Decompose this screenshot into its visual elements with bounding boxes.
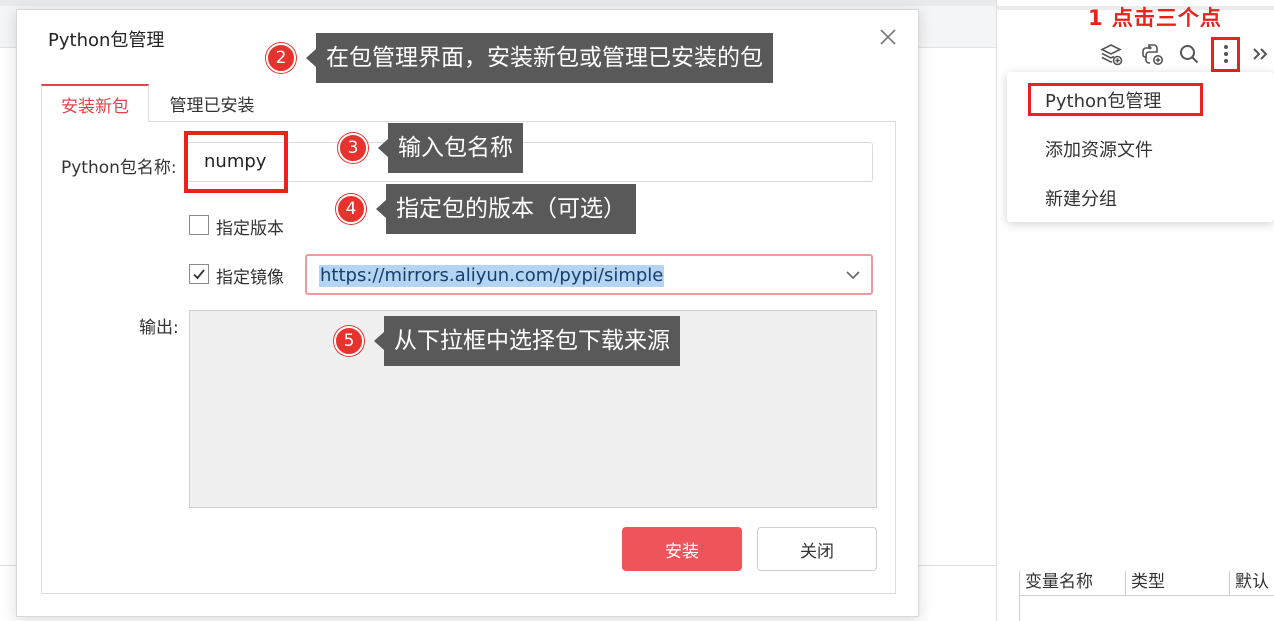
- callout-pointer: [378, 139, 388, 157]
- callout-text: 从下拉框中选择包下载来源: [384, 316, 680, 366]
- column-separator: [1229, 571, 1230, 596]
- step-number-badge: 3: [338, 133, 368, 163]
- close-icon[interactable]: [877, 26, 899, 48]
- tab-install-new[interactable]: 安装新包: [41, 84, 149, 122]
- check-icon: [193, 269, 205, 280]
- column-header-name[interactable]: 变量名称: [1025, 571, 1093, 596]
- column-separator: [1125, 571, 1126, 596]
- tab-manage-installed[interactable]: 管理已安装: [149, 84, 275, 122]
- specify-version-checkbox[interactable]: [189, 215, 209, 235]
- search-icon[interactable]: [1175, 40, 1203, 68]
- callout-pointer: [306, 49, 316, 67]
- panel-divider: [996, 0, 997, 621]
- specify-mirror-checkbox[interactable]: [189, 264, 209, 284]
- step-number-badge: 2: [266, 43, 296, 73]
- close-button[interactable]: 关闭: [757, 527, 877, 571]
- specify-version-label: 指定版本: [216, 219, 284, 239]
- callout-text: 输入包名称: [388, 123, 523, 173]
- variables-table-header: 变量名称 类型 默认: [1019, 571, 1274, 596]
- specify-mirror-label: 指定镜像: [216, 268, 284, 288]
- callout-pointer: [376, 200, 386, 218]
- annotation-highlight-more-button: [1211, 37, 1240, 72]
- annotation-highlight-package-input: [184, 131, 288, 193]
- annotation-step-1: 1 点击三个点: [1088, 6, 1222, 30]
- menu-item-add-resource[interactable]: 添加资源文件: [1045, 136, 1153, 162]
- output-label: 输出:: [139, 318, 179, 338]
- step-number-badge: 5: [334, 326, 364, 356]
- double-chevron-right-icon[interactable]: [1246, 40, 1274, 68]
- install-button[interactable]: 安装: [622, 527, 742, 571]
- annotation-highlight-menu-item: [1028, 83, 1203, 116]
- annotation-step-3: 3 输入包名称: [338, 123, 523, 173]
- python-package-dialog: Python包管理 安装新包 管理已安装 Python包名称: numpy 指定…: [16, 9, 919, 617]
- menu-item-new-group[interactable]: 新建分组: [1045, 185, 1117, 211]
- column-header-type[interactable]: 类型: [1131, 571, 1165, 596]
- callout-pointer: [374, 332, 384, 350]
- mirror-select-value: https://mirrors.aliyun.com/pypi/simple: [319, 265, 665, 287]
- package-name-input[interactable]: numpy: [187, 142, 873, 182]
- column-header-default[interactable]: 默认: [1235, 571, 1269, 596]
- chevron-down-icon: [846, 271, 860, 280]
- app-top-stripe: [0, 0, 996, 6]
- layers-add-icon[interactable]: [1097, 40, 1125, 68]
- dialog-title: Python包管理: [48, 30, 165, 51]
- step-number-badge: 4: [336, 194, 366, 224]
- package-name-label: Python包名称:: [61, 158, 177, 178]
- annotation-step-2: 2 在包管理界面，安装新包或管理已安装的包: [266, 33, 773, 83]
- mirror-select[interactable]: https://mirrors.aliyun.com/pypi/simple: [305, 254, 873, 295]
- annotation-step-5: 5 从下拉框中选择包下载来源: [334, 316, 680, 366]
- callout-text: 指定包的版本（可选）: [386, 184, 636, 234]
- callout-text: 在包管理界面，安装新包或管理已安装的包: [316, 33, 773, 83]
- python-add-icon[interactable]: [1138, 40, 1166, 68]
- annotation-step-4: 4 指定包的版本（可选）: [336, 184, 636, 234]
